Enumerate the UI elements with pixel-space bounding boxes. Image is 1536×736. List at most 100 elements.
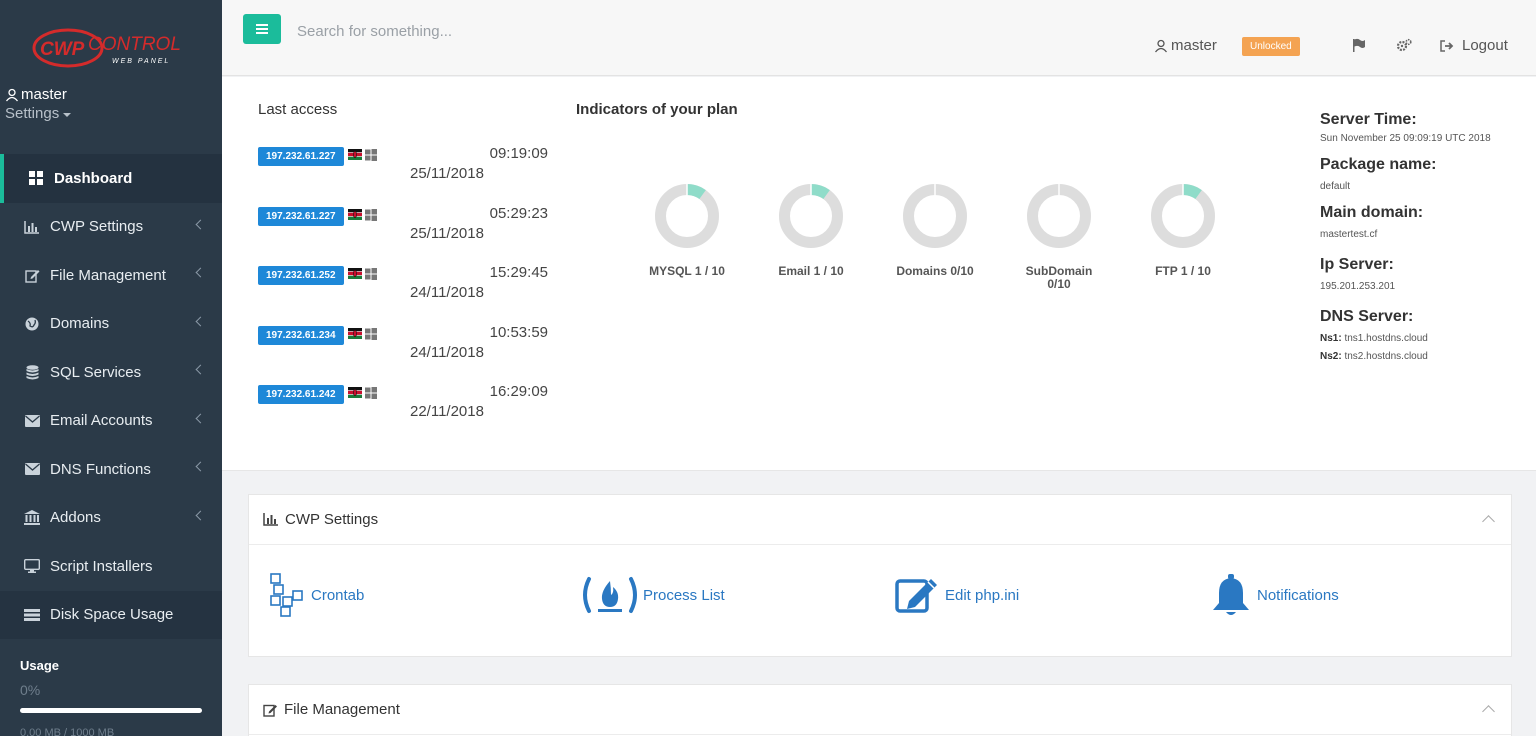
notifications-label: Notifications (1257, 586, 1339, 604)
sidebar-item-label: Disk Space Usage (50, 606, 174, 624)
ns2-row: Ns2: tns2.hostdns.cloud (1320, 348, 1520, 366)
indicator-donut (779, 184, 843, 248)
plan-indicator: Domains 0/10 (890, 176, 980, 278)
cwp-settings-panel-header[interactable]: CWP Settings (249, 495, 1511, 545)
chevron-up-icon[interactable] (1482, 705, 1495, 718)
access-date: 22/11/2018 (410, 403, 484, 420)
sidebar-item-cwp-settings[interactable]: CWP Settings (0, 203, 222, 252)
usage-percent: 0% (20, 682, 41, 698)
main-domain-value: mastertest.cf (1320, 229, 1378, 240)
access-date: 25/11/2018 (410, 165, 484, 182)
chevron-left-icon (195, 316, 206, 326)
access-row: 197.232.61.227 09:19:09 25/11/2018 (258, 139, 548, 182)
file-management-panel: File Management (248, 684, 1512, 736)
access-time: 05:29:23 (489, 204, 548, 222)
boxes-icon (270, 573, 303, 617)
menu-toggle-button[interactable] (243, 14, 281, 44)
kenya-flag-icon (348, 268, 362, 279)
flag-icon[interactable] (1352, 38, 1366, 52)
hamburger-icon (256, 24, 268, 34)
chevron-left-icon (195, 413, 206, 423)
sidebar-item-label: Domains (50, 315, 110, 333)
search-input[interactable] (297, 18, 617, 44)
chevron-left-icon (195, 219, 206, 229)
process-list-link[interactable]: Process List (581, 575, 725, 615)
ip-badge[interactable]: 197.232.61.242 (258, 385, 344, 404)
logout-button[interactable]: Logout (1440, 37, 1508, 54)
indicators-title: Indicators of your plan (576, 101, 738, 118)
ip-badge[interactable]: 197.232.61.252 (258, 266, 344, 285)
access-date: 25/11/2018 (410, 224, 484, 242)
sidebar-item-dns-functions[interactable]: DNS Functions (0, 445, 222, 494)
gears-icon[interactable] (1396, 38, 1412, 52)
indicator-donut (655, 184, 719, 248)
user-icon (5, 88, 19, 101)
database-icon (24, 364, 40, 380)
sidebar-item-domains[interactable]: Domains (0, 300, 222, 349)
svg-text:WEB PANEL: WEB PANEL (112, 58, 170, 65)
windows-icon (365, 208, 377, 221)
cwp-tools: Crontab Process List Edit php.ini Notifi… (249, 545, 1511, 657)
server-time-label: Server Time: (1320, 111, 1417, 128)
top-user-menu[interactable]: master (1154, 37, 1217, 54)
windows-icon (365, 327, 377, 340)
indicator-track (779, 184, 843, 248)
access-date: 24/11/2018 (410, 343, 484, 361)
ip-badge[interactable]: 197.232.61.234 (258, 325, 344, 345)
server-time-value: Sun November 25 09:09:19 UTC 2018 (1320, 133, 1491, 144)
process-list-label: Process List (643, 586, 725, 604)
sidebar-item-disk-space-usage[interactable]: Disk Space Usage (0, 590, 222, 639)
bank-icon (24, 510, 40, 526)
sidebar-item-sql-services[interactable]: SQL Services (0, 348, 222, 397)
cwp-settings-panel: CWP Settings Crontab Process List Edit p… (248, 494, 1512, 657)
indicator-label: SubDomain 0/10 (1025, 264, 1093, 291)
ns1-value: tns1.hostdns.cloud (1344, 333, 1428, 344)
plan-indicator: Email 1 / 10 (766, 176, 856, 278)
caret-down-icon (63, 112, 72, 117)
package-name-value: default (1320, 181, 1351, 192)
indicator-donut (1151, 184, 1215, 248)
indicator-label: FTP 1 / 10 (1155, 264, 1211, 278)
sidebar-item-label: Script Installers (50, 557, 153, 575)
indicator-donut (1027, 184, 1091, 248)
bell-icon (1213, 574, 1249, 615)
dashboard-icon (28, 170, 44, 186)
chevron-left-icon (195, 461, 206, 472)
edit-icon (24, 267, 40, 283)
sidebar-item-email-accounts[interactable]: Email Accounts (0, 397, 222, 446)
plan-indicator: SubDomain 0/10 (1014, 176, 1104, 291)
crontab-link[interactable]: Crontab (269, 573, 364, 617)
last-access-title: Last access (258, 101, 338, 118)
sidebar-nav: Dashboard CWP Settings File Management D… (0, 154, 222, 639)
sidebar-item-addons[interactable]: Addons (0, 494, 222, 543)
edit-file-icon (895, 579, 937, 613)
usage-progress-bar (20, 708, 202, 713)
access-time: 10:53:59 (489, 323, 548, 341)
indicator-track (903, 184, 967, 248)
chevron-left-icon (195, 267, 206, 278)
dashboard-panel: Last access 197.232.61.227 09:19:09 25/11/… (222, 77, 1536, 471)
bar-chart-icon (24, 219, 40, 235)
access-time: 16:29:09 (489, 383, 548, 400)
package-name-label: Package name: (1320, 156, 1437, 173)
cwp-logo[interactable]: CWP CONTROL WEB PANEL (30, 26, 195, 70)
ip-badge[interactable]: 197.232.61.227 (258, 147, 344, 166)
sidebar-user: master (5, 86, 71, 103)
edit-phpini-link[interactable]: Edit php.ini (895, 575, 1019, 615)
notifications-link[interactable]: Notifications (1209, 573, 1339, 617)
ns2-value: tns2.hostdns.cloud (1344, 351, 1428, 362)
chevron-up-icon[interactable] (1482, 515, 1495, 528)
ip-badge[interactable]: 197.232.61.227 (258, 206, 344, 226)
indicator-label: Domains 0/10 (896, 264, 974, 278)
sidebar-item-script-installers[interactable]: Script Installers (0, 542, 222, 591)
sidebar-item-file-management[interactable]: File Management (0, 251, 222, 300)
access-time: 15:29:45 (489, 264, 548, 281)
sidebar-item-label: CWP Settings (50, 218, 144, 236)
dns-server-label: DNS Server: (1320, 308, 1414, 325)
envelope-icon (24, 461, 40, 477)
sidebar-item-dashboard[interactable]: Dashboard (0, 154, 222, 203)
settings-dropdown[interactable]: Settings (5, 105, 72, 122)
file-management-panel-header[interactable]: File Management (249, 685, 1511, 735)
usage-label: Usage (20, 658, 60, 673)
svg-text:CONTROL: CONTROL (88, 34, 181, 55)
